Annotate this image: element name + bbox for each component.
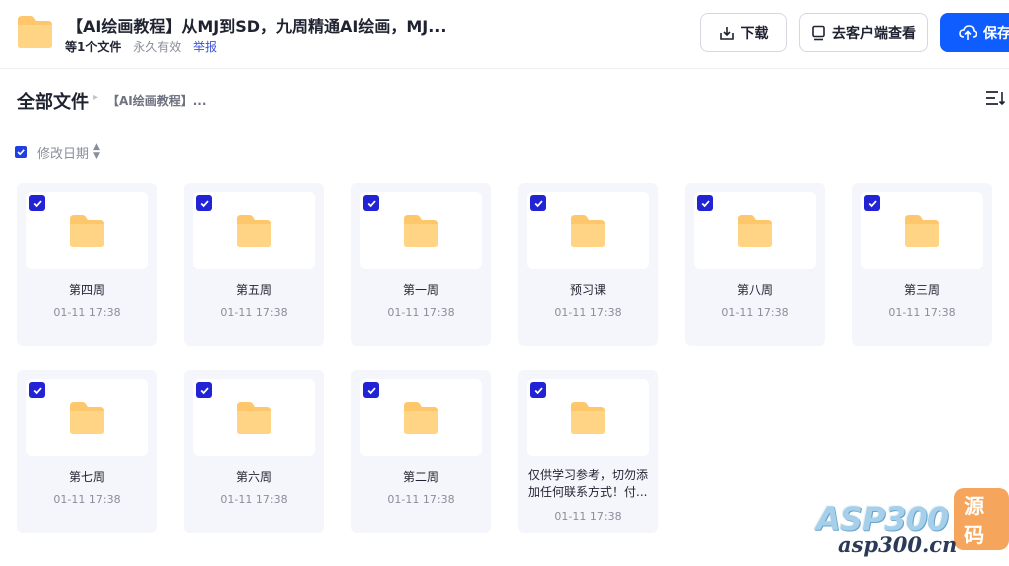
folder-icon (571, 402, 605, 434)
download-icon (719, 26, 734, 40)
checkmark-icon (534, 386, 543, 394)
sort-arrows-icon[interactable]: ▲ ▼ (93, 143, 100, 161)
select-all-checkbox[interactable] (15, 146, 27, 158)
file-checkbox[interactable] (530, 382, 546, 398)
file-checkbox[interactable] (363, 382, 379, 398)
file-card[interactable]: 第八周 01-11 17:38 (685, 183, 825, 346)
folder-icon (404, 402, 438, 434)
file-checkbox[interactable] (697, 195, 713, 211)
checkmark-icon (17, 149, 25, 156)
file-name: 预习课 (569, 283, 606, 297)
folder-icon (571, 215, 605, 247)
file-date: 01-11 17:38 (387, 306, 455, 319)
file-name: 第八周 (736, 283, 773, 297)
file-date: 01-11 17:38 (220, 493, 288, 506)
file-date: 01-11 17:38 (53, 493, 121, 506)
breadcrumb-root[interactable]: 全部文件 (17, 88, 89, 114)
share-meta: 等1个文件 永久有效 举报 (65, 38, 217, 55)
file-checkbox[interactable] (29, 195, 45, 211)
file-date: 01-11 17:38 (554, 306, 622, 319)
folder-icon (18, 16, 52, 48)
file-count: 等1个文件 (65, 40, 122, 54)
folder-icon (237, 215, 271, 247)
file-checkbox[interactable] (196, 195, 212, 211)
file-card[interactable]: 仅供学习参考，切勿添加任何联系方式！付... 01-11 17:38 (518, 370, 658, 533)
folder-icon (905, 215, 939, 247)
watermark-badge: 源码 (954, 488, 1009, 550)
file-name: 第六周 (235, 470, 272, 484)
file-name: 第三周 (903, 283, 940, 297)
checkmark-icon (200, 386, 209, 394)
file-date: 01-11 17:38 (53, 306, 121, 319)
file-card[interactable]: 第五周 01-11 17:38 (184, 183, 324, 346)
file-checkbox[interactable] (29, 382, 45, 398)
file-card[interactable]: 第四周 01-11 17:38 (17, 183, 157, 346)
breadcrumb-current: 【AI绘画教程】... (107, 94, 207, 108)
file-card[interactable]: 预习课 01-11 17:38 (518, 183, 658, 346)
folder-icon (70, 215, 104, 247)
file-checkbox[interactable] (196, 382, 212, 398)
save-button[interactable]: 保存 (940, 13, 1009, 52)
file-date: 01-11 17:38 (220, 306, 288, 319)
file-name: 仅供学习参考，切勿添加任何联系方式！付... (528, 468, 649, 499)
monitor-icon (812, 25, 825, 40)
open-client-button[interactable]: 去客户端查看 (799, 13, 928, 52)
folder-icon (738, 215, 772, 247)
sort-by-date[interactable]: 修改日期 (37, 143, 89, 162)
file-card[interactable]: 第七周 01-11 17:38 (17, 370, 157, 533)
folder-icon (70, 402, 104, 434)
file-checkbox[interactable] (363, 195, 379, 211)
watermark: ASP300 源码 asp300.cn (812, 488, 1009, 566)
file-card[interactable]: 第一周 01-11 17:38 (351, 183, 491, 346)
file-date: 01-11 17:38 (721, 306, 789, 319)
file-date: 01-11 17:38 (888, 306, 956, 319)
download-button[interactable]: 下载 (700, 13, 787, 52)
checkmark-icon (868, 199, 877, 207)
checkmark-icon (200, 199, 209, 207)
checkmark-icon (701, 199, 710, 207)
file-card[interactable]: 第二周 01-11 17:38 (351, 370, 491, 533)
save-label: 保存 (983, 25, 1009, 42)
report-link[interactable]: 举报 (193, 40, 217, 54)
file-name: 第一周 (402, 283, 439, 297)
file-name: 第四周 (68, 283, 105, 297)
chevron-right-icon: ▸ (93, 92, 99, 103)
file-name: 第七周 (68, 470, 105, 484)
checkmark-icon (33, 386, 42, 394)
share-title: 【AI绘画教程】从MJ到SD，九周精通AI绘画，MJ... (67, 17, 447, 36)
folder-icon (237, 402, 271, 434)
file-card[interactable]: 第六周 01-11 17:38 (184, 370, 324, 533)
file-checkbox[interactable] (530, 195, 546, 211)
toolbar: 全部文件 ▸ 【AI绘画教程】... (0, 68, 1009, 128)
file-date: 01-11 17:38 (387, 493, 455, 506)
watermark-url: asp300.cn (838, 532, 958, 557)
list-view-icon[interactable] (985, 90, 1005, 106)
checkmark-icon (367, 199, 376, 207)
folder-icon (404, 215, 438, 247)
validity-label: 永久有效 (133, 40, 182, 54)
file-name: 第二周 (402, 470, 439, 484)
checkmark-icon (534, 199, 543, 207)
cloud-upload-icon (959, 24, 977, 40)
file-date: 01-11 17:38 (554, 510, 622, 523)
file-name: 第五周 (235, 283, 272, 297)
file-card[interactable]: 第三周 01-11 17:38 (852, 183, 992, 346)
checkmark-icon (33, 199, 42, 207)
sort-bar: 修改日期 ▲ ▼ (15, 143, 100, 162)
open-client-label: 去客户端查看 (832, 25, 916, 42)
share-header: 【AI绘画教程】从MJ到SD，九周精通AI绘画，MJ... 等1个文件 永久有效… (0, 0, 1009, 69)
file-checkbox[interactable] (864, 195, 880, 211)
checkmark-icon (367, 386, 376, 394)
download-label: 下载 (740, 25, 769, 42)
